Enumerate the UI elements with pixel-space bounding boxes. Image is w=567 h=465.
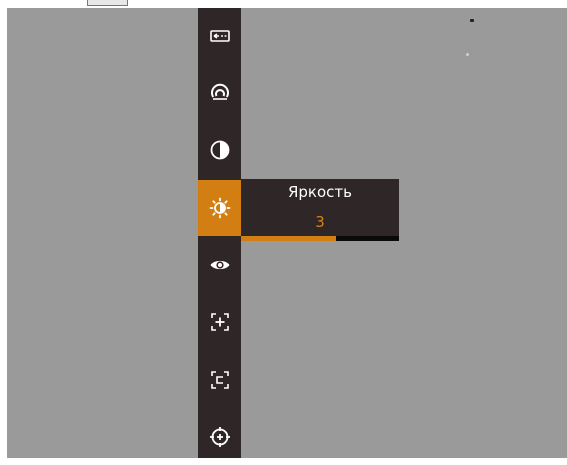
menu-item-scene[interactable] — [198, 65, 241, 121]
viewport-dot-light — [466, 53, 469, 56]
brightness-icon — [209, 197, 230, 219]
brightness-slider[interactable] — [241, 236, 399, 241]
scene-mode-icon — [210, 83, 229, 100]
menu-item-zoom[interactable] — [198, 294, 241, 350]
menu-item-calibrate[interactable] — [198, 352, 241, 408]
menu-item-contrast[interactable] — [198, 122, 241, 178]
viewport-dot-dark — [470, 19, 474, 22]
popup-title: Яркость — [287, 183, 352, 201]
brightness-value: 3 — [315, 213, 325, 231]
menu-item-brightness[interactable] — [198, 180, 241, 236]
menu-sidebar — [198, 8, 241, 458]
menu-item-crosshair[interactable] — [198, 409, 241, 465]
crosshair-icon — [209, 427, 230, 447]
calibration-frame-icon — [210, 371, 229, 389]
menu-item-battery[interactable] — [198, 8, 241, 64]
brightness-popup: Яркость 3 — [241, 179, 399, 241]
battery-icon — [209, 30, 230, 42]
menu-item-eye[interactable] — [198, 237, 241, 293]
contrast-icon — [210, 140, 229, 160]
top-window-button[interactable] — [87, 0, 128, 6]
zoom-frame-icon — [210, 313, 229, 331]
brightness-slider-fill — [241, 236, 336, 241]
eye-icon — [210, 260, 229, 270]
